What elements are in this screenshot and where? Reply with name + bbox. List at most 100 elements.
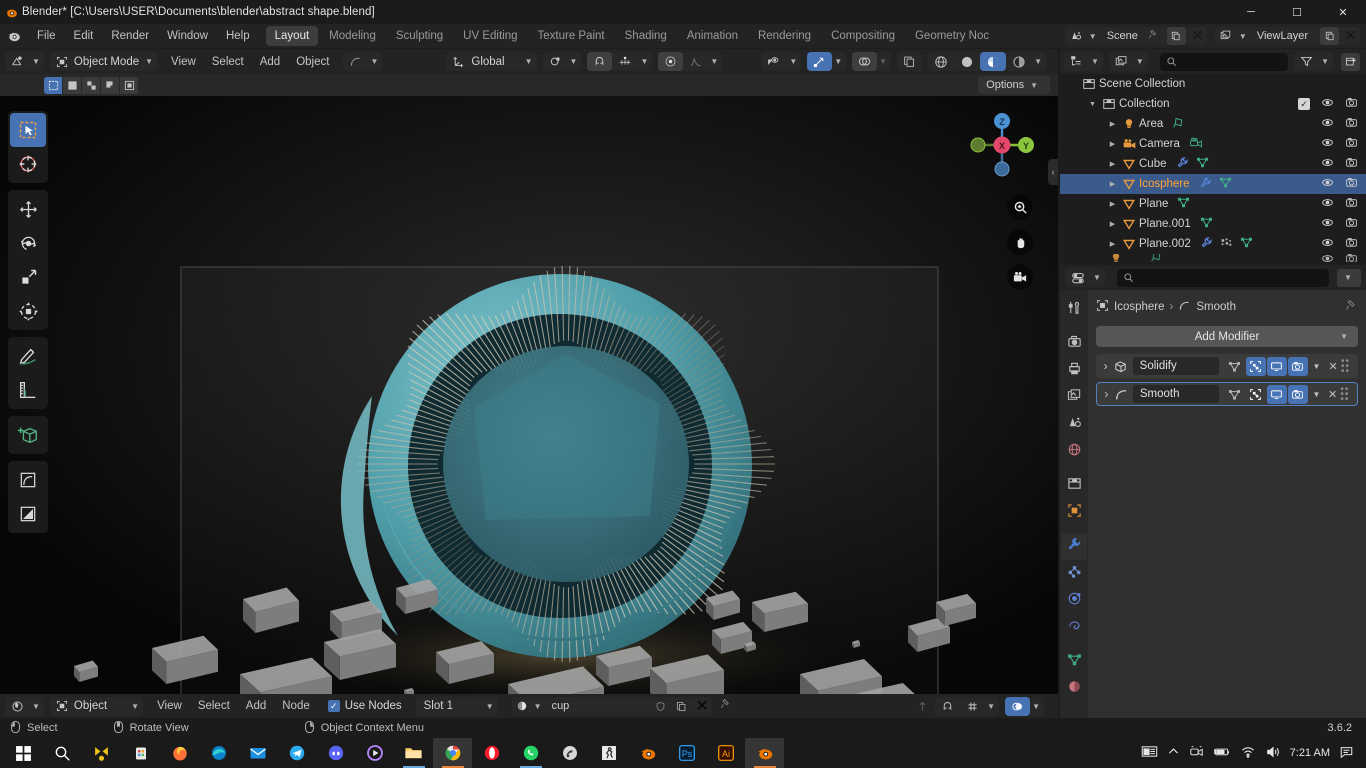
outliner-row-icosphere[interactable]: ▶ Icosphere — [1060, 174, 1366, 194]
outliner-row-camera[interactable]: ▶ Camera — [1060, 134, 1366, 154]
modifier-name[interactable]: Smooth — [1132, 385, 1219, 403]
expand-triangle-icon[interactable]: ▶ — [1106, 240, 1119, 248]
constraints-tab[interactable] — [1061, 614, 1087, 641]
workspace-tab-uv-editing[interactable]: UV Editing — [454, 26, 526, 46]
shading-rendered-icon[interactable] — [1006, 52, 1032, 71]
remove-icon[interactable]: ✕ — [1341, 27, 1360, 45]
to-sphere-tool[interactable] — [10, 497, 46, 531]
pivot-point-selector[interactable]: ▼ — [542, 52, 582, 71]
use-nodes-checkbox[interactable]: ✓ — [327, 700, 340, 712]
scene-selector[interactable]: ▼ Scene ✕ — [1064, 27, 1207, 45]
particles-tab[interactable] — [1061, 560, 1087, 587]
render-tab[interactable] — [1061, 330, 1087, 357]
modifier-name[interactable]: Solidify — [1132, 357, 1219, 375]
render-camera-icon[interactable] — [1345, 96, 1358, 112]
on-cage-toggle[interactable] — [1225, 385, 1245, 404]
gizmo-icon[interactable] — [807, 52, 833, 71]
drag-grip-icon[interactable]: •• •• •• — [1341, 356, 1355, 376]
viewport-menu-object[interactable]: Object — [288, 56, 337, 68]
pin-icon[interactable] — [720, 697, 732, 715]
outliner-row-plane[interactable]: ▶ Plane — [1060, 194, 1366, 214]
workspace-tab-sculpting[interactable]: Sculpting — [387, 26, 452, 46]
collection-checkbox[interactable]: ✓ — [1298, 98, 1310, 110]
render-camera-icon[interactable] — [1345, 156, 1358, 172]
falloff-smooth-icon[interactable] — [683, 52, 708, 71]
modifier-wrench-icon[interactable] — [1199, 176, 1212, 192]
scale-tool[interactable] — [10, 260, 46, 294]
node-overlay-icon[interactable] — [1005, 696, 1031, 716]
whatsapp-app[interactable] — [511, 738, 550, 768]
world-tab[interactable] — [1061, 438, 1087, 465]
menu-edit[interactable]: Edit — [65, 27, 103, 45]
proportional-edit-controls[interactable]: ▼ — [658, 52, 723, 71]
viewport-menu-add[interactable]: Add — [252, 56, 288, 68]
viewport-menu-view[interactable]: View — [163, 56, 204, 68]
output-tab[interactable] — [1061, 357, 1087, 384]
explorer-app[interactable] — [394, 738, 433, 768]
cursor-tool[interactable] — [10, 147, 46, 181]
render-toggle[interactable] — [1287, 356, 1308, 376]
clock-time[interactable]: 7:21 AM — [1290, 747, 1330, 759]
mesh-data-icon[interactable] — [1177, 196, 1190, 212]
workspace-tab-animation[interactable]: Animation — [678, 26, 747, 46]
outliner-search-input[interactable] — [1159, 52, 1289, 71]
taskview-app[interactable] — [82, 738, 121, 768]
shading-solid-icon[interactable] — [954, 52, 980, 71]
properties-expand-button[interactable]: ▼ — [1337, 268, 1361, 287]
visibility-eye-icon[interactable] — [1321, 216, 1334, 232]
modifier-row-solidify[interactable]: › Solidify ▼ ✕ •• •• •• — [1096, 354, 1358, 378]
modifier-remove-icon[interactable]: ✕ — [1325, 388, 1340, 401]
shield-fake-user-icon[interactable] — [651, 697, 670, 715]
on-cage-toggle[interactable] — [1225, 357, 1245, 376]
object-tab[interactable] — [1061, 499, 1087, 526]
properties-search-input[interactable] — [1116, 268, 1329, 287]
object-mode-selector[interactable]: Object Mode ▼ — [49, 52, 158, 71]
media-app[interactable] — [355, 738, 394, 768]
menu-file[interactable]: File — [28, 27, 65, 45]
scene-tab[interactable] — [1061, 411, 1087, 438]
discord-app[interactable] — [316, 738, 355, 768]
expand-triangle-icon[interactable]: ▶ — [1106, 160, 1119, 168]
viewport-options-button[interactable]: Options ▼ — [978, 76, 1050, 94]
workspace-tab-modeling[interactable]: Modeling — [320, 26, 385, 46]
modifier-wrench-icon[interactable] — [1176, 156, 1189, 172]
render-camera-icon[interactable] — [1345, 196, 1358, 212]
workspace-tab-geometry-noc[interactable]: Geometry Noc — [906, 26, 998, 46]
use-nodes-toggle[interactable]: ✓ Use Nodes — [327, 700, 402, 712]
unlink-x-icon[interactable]: ✕ — [693, 697, 712, 715]
camera-privacy-icon[interactable] — [1189, 745, 1204, 761]
expand-triangle-icon[interactable]: ▶ — [1106, 180, 1119, 188]
chrome-app[interactable] — [433, 738, 472, 768]
node-overlay-controls[interactable]: ▼ — [1005, 696, 1044, 716]
new-viewlayer-button[interactable] — [1320, 27, 1339, 45]
minimize-button[interactable]: ─ — [1228, 0, 1274, 24]
xray-toggle[interactable] — [897, 52, 923, 71]
navigation-gizmo[interactable]: Z Y X — [964, 107, 1040, 183]
tweak-tool[interactable] — [10, 113, 46, 147]
search-button[interactable] — [43, 738, 82, 768]
close-button[interactable]: ✕ — [1320, 0, 1366, 24]
select-intersect-icon[interactable] — [120, 76, 139, 94]
add-cube-tool[interactable] — [10, 418, 46, 452]
breadcrumb-object[interactable]: Icosphere — [1114, 301, 1165, 313]
pan-hand-icon[interactable] — [1007, 229, 1033, 255]
editor-type-selector[interactable]: ▼ — [5, 52, 44, 71]
mesh-data-icon[interactable] — [1196, 156, 1209, 172]
menu-window[interactable]: Window — [158, 27, 217, 45]
outliner-row-plane-001[interactable]: ▶ Plane.001 — [1060, 214, 1366, 234]
rotate-tool[interactable] — [10, 226, 46, 260]
blender-menu-icon[interactable] — [0, 29, 28, 43]
menu-render[interactable]: Render — [102, 27, 158, 45]
expand-triangle-icon[interactable]: ▶ — [1106, 200, 1119, 208]
shader-menu-node[interactable]: Node — [274, 700, 318, 712]
runner-app[interactable] — [589, 738, 628, 768]
new-scene-button[interactable] — [1166, 27, 1186, 45]
object-visibility-selector[interactable]: ▼ — [761, 52, 802, 71]
render-camera-icon[interactable] — [1345, 136, 1358, 152]
workspace-tab-texture-paint[interactable]: Texture Paint — [529, 26, 614, 46]
visibility-eye-icon[interactable] — [1321, 176, 1334, 192]
shading-wireframe-icon[interactable] — [928, 52, 954, 71]
slot-selector[interactable]: Slot 1 ▼ — [415, 696, 498, 716]
snap-grid-icon[interactable] — [960, 697, 985, 716]
select-subtract-icon[interactable] — [101, 76, 120, 94]
